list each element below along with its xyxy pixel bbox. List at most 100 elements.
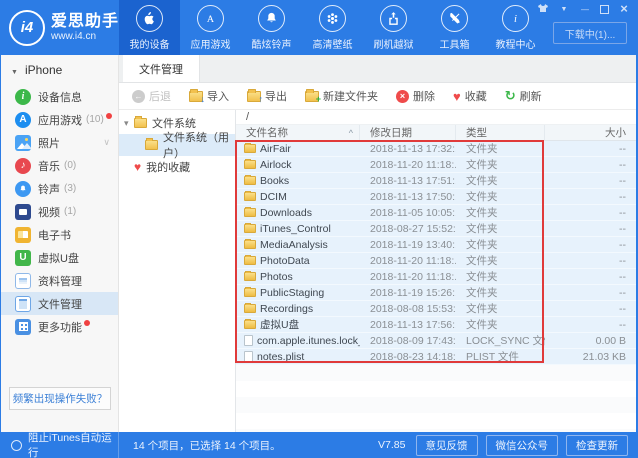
sidebar-item-ebooks[interactable]: 电子书 (1, 223, 118, 246)
tree-item-file-system-user[interactable]: 文件系统（用户） (119, 134, 235, 156)
path-bar[interactable]: / (236, 110, 636, 125)
folder-icon (244, 176, 256, 185)
selection-info: 14 个项目，已选择 14 个项目。 (133, 438, 281, 453)
col-header-date[interactable]: 修改日期 (360, 125, 456, 140)
nav-apps-games[interactable]: A 应用游戏 (180, 0, 241, 55)
favorite-button[interactable]: 收藏 (446, 83, 494, 109)
skin-icon[interactable] (537, 3, 549, 16)
menu-icon[interactable] (558, 4, 570, 15)
table-row[interactable]: Recordings 2018-08-08 15:53:...文件夹-- (236, 301, 636, 317)
table-row[interactable]: Airlock 2018-11-20 11:18:...文件夹-- (236, 157, 636, 173)
nav-my-device[interactable]: 我的设备 (119, 0, 180, 55)
table-header: 文件名称 修改日期 类型 大小 (236, 125, 636, 141)
sidebar-label: 更多功能 (38, 319, 82, 335)
sidebar: iPhone i 设备信息 A 应用游戏 (10) 照片 ♪ 音乐 (0) (1, 55, 119, 432)
delete-button[interactable]: 删除 (389, 83, 442, 109)
table-row[interactable]: com.apple.itunes.lock_sync 2018-08-09 17… (236, 333, 636, 349)
current-path: / (246, 111, 249, 123)
import-folder-icon: ↓ (189, 91, 203, 102)
sort-asc-icon (349, 128, 353, 138)
col-header-name[interactable]: 文件名称 (236, 125, 360, 140)
expander-icon[interactable] (124, 117, 134, 129)
file-manager-icon (15, 296, 31, 312)
tool-label: 导出 (265, 88, 287, 104)
folder-icon (244, 320, 256, 329)
music-icon: ♪ (15, 158, 31, 174)
device-name: iPhone (25, 63, 62, 77)
folder-icon (244, 240, 256, 249)
sidebar-item-photos[interactable]: 照片 (1, 131, 118, 154)
table-row[interactable]: MediaAnalysis 2018-11-19 13:40:...文件夹-- (236, 237, 636, 253)
tool-label: 后退 (149, 88, 171, 104)
new-folder-button[interactable]: + 新建文件夹 (298, 83, 385, 109)
download-status-button[interactable]: 下载中(1)... (553, 22, 627, 44)
nav-label: 教程中心 (496, 36, 536, 51)
table-row[interactable]: Books 2018-11-13 17:51:...文件夹-- (236, 173, 636, 189)
table-row[interactable]: iTunes_Control 2018-08-27 15:52:...文件夹-- (236, 221, 636, 237)
sidebar-label: 资料管理 (38, 273, 82, 289)
info-icon: i (502, 5, 529, 32)
apple-icon (136, 5, 163, 32)
feedback-button[interactable]: 意见反馈 (416, 435, 478, 456)
empty-list-area (236, 365, 636, 432)
table-row[interactable]: Downloads 2018-11-05 10:05:...文件夹-- (236, 205, 636, 221)
col-label: 文件名称 (246, 125, 288, 140)
bell-icon (15, 181, 31, 197)
device-header[interactable]: iPhone (1, 55, 118, 85)
chevron-down-icon[interactable] (103, 137, 110, 148)
table-row[interactable]: DCIM 2018-11-13 17:50:...文件夹-- (236, 189, 636, 205)
brand-logo: i4 爱思助手 www.i4.cn (1, 0, 119, 55)
check-update-button[interactable]: 检查更新 (566, 435, 628, 456)
table-row[interactable]: 虚拟U盘 2018-11-13 17:56:...文件夹-- (236, 317, 636, 333)
sidebar-item-videos[interactable]: 视频 (1) (1, 200, 118, 223)
sidebar-item-data-management[interactable]: 资料管理 (1, 269, 118, 292)
block-itunes-toggle[interactable]: 阻止iTunes自动运行 (1, 432, 119, 458)
table-row[interactable]: AirFair 2018-11-13 17:32:...文件夹-- (236, 141, 636, 157)
sidebar-item-virtual-usb[interactable]: U 虚拟U盘 (1, 246, 118, 269)
col-header-size[interactable]: 大小 (545, 125, 636, 140)
collapse-triangle-icon (11, 63, 25, 77)
nav-toolbox[interactable]: 工具箱 (424, 0, 485, 55)
table-row[interactable]: Photos 2018-11-20 11:18:...文件夹-- (236, 269, 636, 285)
radio-icon (11, 440, 22, 451)
usb-icon: U (15, 250, 31, 266)
table-row[interactable]: PublicStaging 2018-11-19 15:26:...文件夹-- (236, 285, 636, 301)
sidebar-item-device-info[interactable]: i 设备信息 (1, 85, 118, 108)
table-row[interactable]: PhotoData 2018-11-20 11:18:...文件夹-- (236, 253, 636, 269)
folder-icon (244, 288, 256, 297)
sidebar-item-music[interactable]: ♪ 音乐 (0) (1, 154, 118, 177)
tab-file-management[interactable]: 文件管理 (123, 55, 200, 82)
table-row[interactable]: notes.plist 2018-08-23 14:18:...PLIST 文件… (236, 349, 636, 365)
folder-icon (244, 224, 256, 233)
back-button[interactable]: 后退 (125, 83, 178, 109)
video-icon (15, 204, 31, 220)
sidebar-item-file-management[interactable]: 文件管理 (1, 292, 118, 315)
folder-icon (145, 140, 158, 150)
nav-flash-jailbreak[interactable]: 刷机越狱 (363, 0, 424, 55)
export-button[interactable]: ↑ 导出 (240, 83, 294, 109)
refresh-button[interactable]: 刷新 (498, 83, 549, 109)
heart-icon (134, 160, 141, 174)
red-dot-badge (84, 320, 90, 326)
item-count: (3) (64, 183, 76, 194)
sidebar-item-apps-games[interactable]: A 应用游戏 (10) (1, 108, 118, 131)
close-icon[interactable] (618, 4, 630, 16)
wechat-official-button[interactable]: 微信公众号 (486, 435, 559, 456)
bell-icon (258, 5, 285, 32)
sidebar-item-ringtones[interactable]: 铃声 (3) (1, 177, 118, 200)
col-header-type[interactable]: 类型 (456, 125, 545, 140)
refresh-icon (505, 88, 516, 104)
import-button[interactable]: ↓ 导入 (182, 83, 236, 109)
i4-logo-icon: i4 (9, 10, 45, 46)
sidebar-label: 照片 (38, 135, 60, 151)
nav-label: 工具箱 (440, 36, 470, 51)
sidebar-item-more-features[interactable]: 更多功能 (1, 315, 118, 338)
file-rows: AirFair 2018-11-13 17:32:...文件夹-- Airloc… (236, 141, 636, 365)
nav-ringtones[interactable]: 酷炫铃声 (241, 0, 302, 55)
maximize-icon[interactable] (600, 5, 609, 14)
jailbreak-icon (380, 5, 407, 32)
operation-failure-help-button[interactable]: 频繁出现操作失败？ (9, 387, 111, 410)
minimize-icon[interactable] (579, 5, 591, 15)
nav-wallpapers[interactable]: 高清壁纸 (302, 0, 363, 55)
folder-icon (244, 256, 256, 265)
